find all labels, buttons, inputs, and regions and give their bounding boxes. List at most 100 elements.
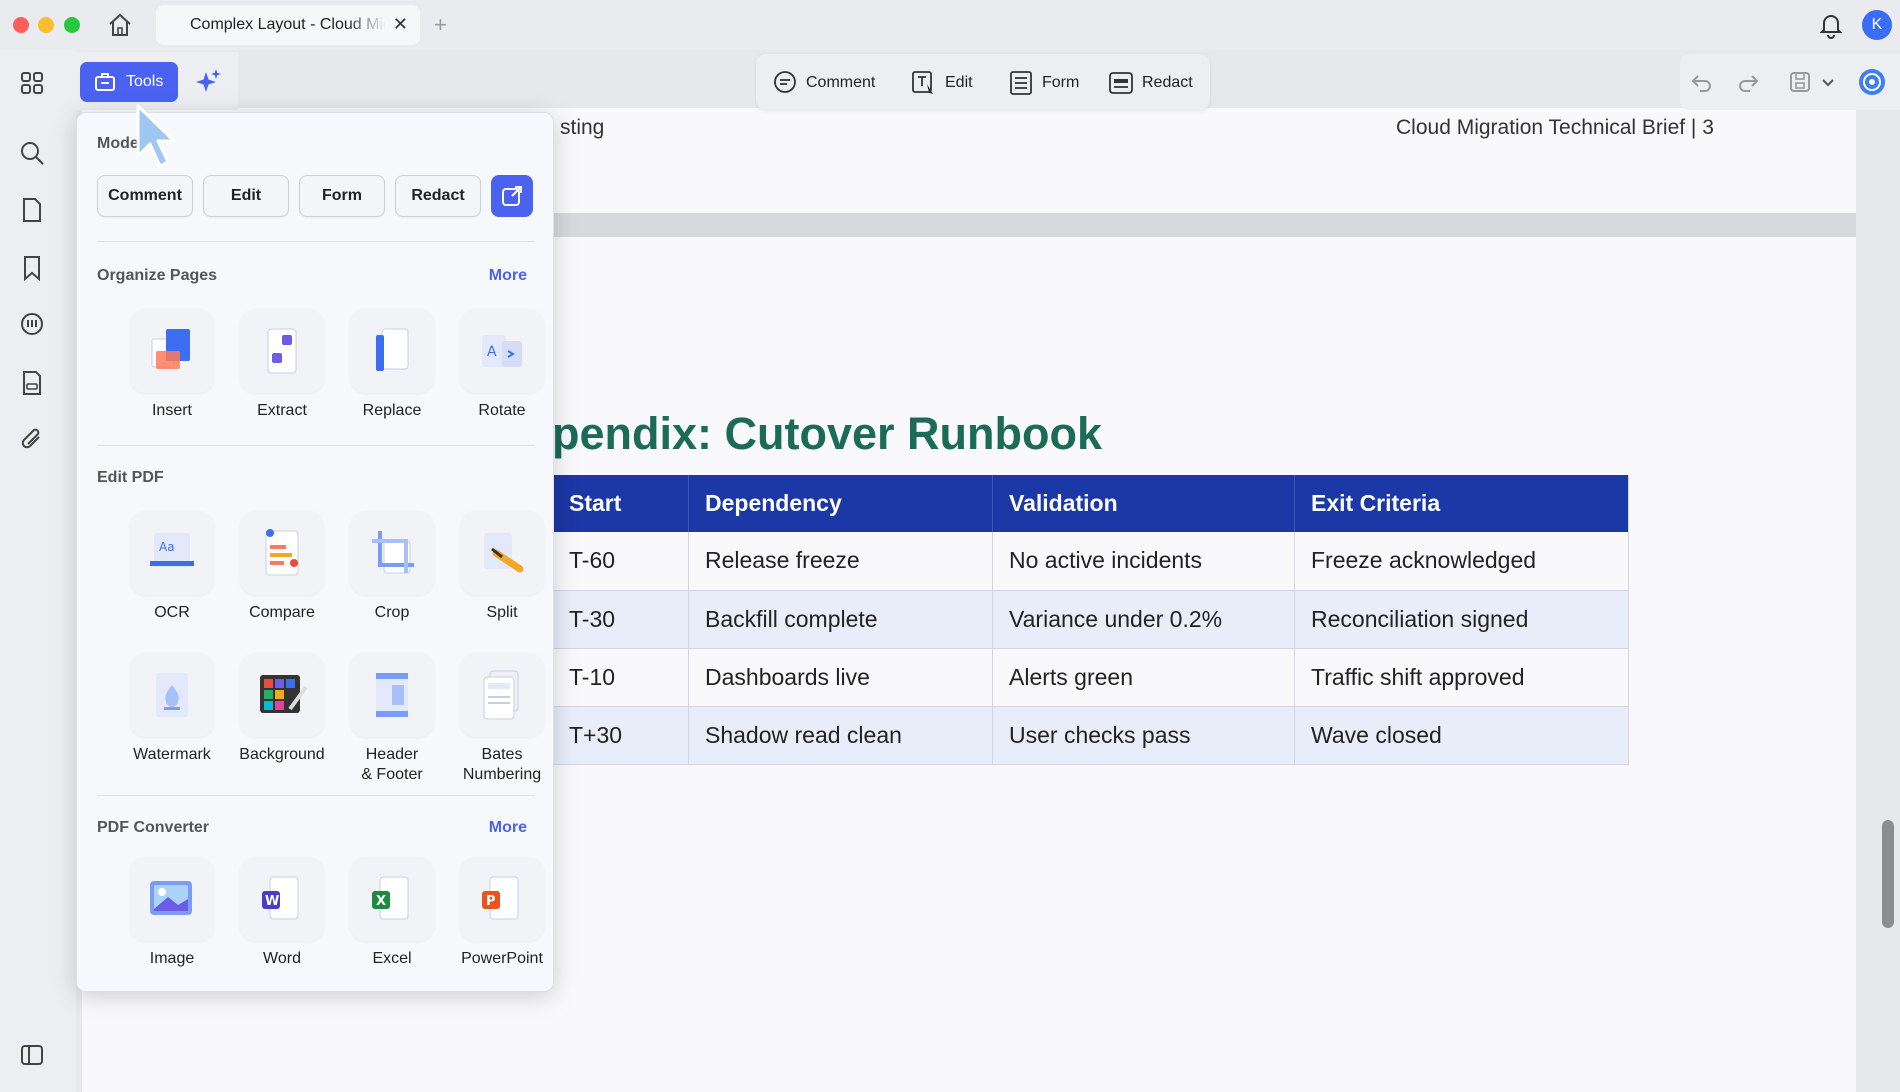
thumbnails-grid-icon[interactable] <box>19 70 47 98</box>
insert-pages-icon <box>130 309 214 393</box>
toolbar-right <box>1680 54 1900 110</box>
excel-label: Excel <box>372 950 412 967</box>
compare-icon <box>240 511 324 595</box>
redo-icon[interactable] <box>1736 70 1760 94</box>
mouse-pointer-icon <box>134 104 178 172</box>
popup-mode-form[interactable]: Form <box>299 175 385 217</box>
split-tool[interactable]: Split <box>447 511 557 623</box>
page-icon[interactable] <box>19 197 47 225</box>
crop-label: Crop <box>374 604 410 621</box>
user-avatar[interactable]: K <box>1862 10 1892 40</box>
appendix-heading: pendix: Cutover Runbook <box>552 408 1102 459</box>
mode-edit-button[interactable]: Edit <box>911 70 973 96</box>
comment-icon <box>774 71 796 93</box>
image-label: Image <box>149 950 195 967</box>
bates-numbering-label: Bates Numbering <box>462 746 542 783</box>
convert-powerpoint-tool[interactable]: P PowerPoint <box>447 857 557 969</box>
convert-excel-tool[interactable]: X Excel <box>337 857 447 969</box>
panel-toggle-icon[interactable] <box>19 1042 47 1070</box>
organize-more-link[interactable]: More <box>489 267 527 285</box>
table-row: T-60 Release freeze No active incidents … <box>552 532 1629 591</box>
bates-numbering-tool[interactable]: Bates Numbering <box>447 653 557 785</box>
mode-toolbar: Comment Edit Form Redact <box>756 54 1210 110</box>
table-cell: Variance under 0.2% <box>992 590 1295 649</box>
rotate-pages-icon: A <box>460 309 544 393</box>
replace-tool[interactable]: Replace <box>337 309 447 421</box>
popup-mode-comment[interactable]: Comment <box>97 175 193 217</box>
ai-assistant-icon[interactable] <box>1858 68 1886 96</box>
divider <box>97 241 535 242</box>
table-cell: Alerts green <box>992 648 1295 707</box>
column-header-validation: Validation <box>992 475 1295 532</box>
tools-button[interactable]: Tools <box>80 62 178 102</box>
convert-image-tool[interactable]: Image <box>117 857 227 969</box>
mode-section-title: Mode <box>97 135 139 152</box>
vertical-scrollbar[interactable] <box>1878 116 1894 1092</box>
table-cell: User checks pass <box>992 706 1295 765</box>
convert-word-tool[interactable]: W Word <box>227 857 337 969</box>
image-file-icon <box>130 857 214 941</box>
crop-icon <box>350 511 434 595</box>
extract-tool[interactable]: Extract <box>227 309 337 421</box>
powerpoint-file-icon: P <box>460 857 544 941</box>
popup-mode-redact[interactable]: Redact <box>395 175 481 217</box>
save-icon[interactable] <box>1788 70 1812 94</box>
table-cell: Freeze acknowledged <box>1294 532 1629 591</box>
home-icon[interactable] <box>106 12 134 38</box>
minimize-window-button[interactable] <box>38 17 54 33</box>
bates-numbering-icon <box>460 653 544 737</box>
table-row: T+30 Shadow read clean User checks pass … <box>552 706 1629 765</box>
document-tab[interactable]: Complex Layout - Cloud Migration Technic… <box>156 5 420 45</box>
cutover-runbook-table: Start Dependency Validation Exit Criteri… <box>552 475 1629 765</box>
edit-text-icon <box>912 71 933 94</box>
table-cell: Release freeze <box>688 532 993 591</box>
ocr-tool[interactable]: Aa OCR <box>117 511 227 623</box>
background-tool[interactable]: Background <box>227 653 337 765</box>
table-header-row: Start Dependency Validation Exit Criteri… <box>552 475 1629 532</box>
chevron-down-icon[interactable] <box>1816 70 1840 94</box>
table-cell: Dashboards live <box>688 648 993 707</box>
ai-sparkle-icon[interactable] <box>192 66 224 98</box>
crop-tool[interactable]: Crop <box>337 511 447 623</box>
table-cell: Wave closed <box>1294 706 1629 765</box>
mode-redact-button[interactable]: Redact <box>1108 70 1193 96</box>
search-icon[interactable] <box>19 140 47 168</box>
close-window-button[interactable] <box>13 17 29 33</box>
column-header-start: Start <box>552 475 689 532</box>
redact-icon <box>1109 72 1133 94</box>
table-row: T-10 Dashboards live Alerts green Traffi… <box>552 648 1629 707</box>
extract-label: Extract <box>257 402 307 419</box>
svg-text:Aa: Aa <box>159 540 175 554</box>
header-footer-tool[interactable]: Header & Footer <box>337 653 447 785</box>
tab-close-icon[interactable]: ✕ <box>393 14 408 35</box>
bookmark-icon[interactable] <box>19 255 47 283</box>
new-tab-button[interactable]: + <box>434 12 447 38</box>
mode-comment-button[interactable]: Comment <box>772 70 875 96</box>
open-external-icon[interactable] <box>491 175 533 217</box>
ocr-icon: Aa <box>130 511 214 595</box>
scrollbar-thumb[interactable] <box>1882 820 1894 928</box>
mode-comment-label: Comment <box>806 74 876 91</box>
converter-more-link[interactable]: More <box>489 819 527 837</box>
watermark-label: Watermark <box>133 746 211 763</box>
pdf-converter-title: PDF Converter <box>97 819 210 836</box>
tools-label: Tools <box>126 73 164 90</box>
watermark-tool[interactable]: Watermark <box>117 653 227 765</box>
notification-bell-icon[interactable] <box>1818 11 1844 39</box>
compare-tool[interactable]: Compare <box>227 511 337 623</box>
form-fields-icon[interactable] <box>19 370 47 398</box>
word-label: Word <box>263 950 301 967</box>
comments-icon[interactable] <box>19 312 47 340</box>
mode-form-button[interactable]: Form <box>1008 70 1079 96</box>
attachment-icon[interactable] <box>19 427 47 455</box>
rotate-tool[interactable]: A Rotate <box>447 309 557 421</box>
popup-mode-edit[interactable]: Edit <box>203 175 289 217</box>
svg-text:A: A <box>487 344 497 360</box>
divider <box>97 445 535 446</box>
undo-icon[interactable] <box>1690 70 1714 94</box>
insert-tool[interactable]: Insert <box>117 309 227 421</box>
left-sidebar <box>0 50 66 1092</box>
table-cell: T-10 <box>552 648 689 707</box>
svg-text:W: W <box>265 894 279 909</box>
zoom-window-button[interactable] <box>64 17 80 33</box>
